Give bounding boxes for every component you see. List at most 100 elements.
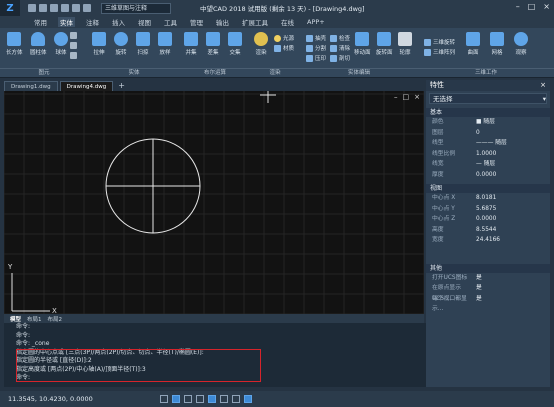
layout-tab-model[interactable]: 模型 [10,315,21,323]
loft-button[interactable]: 放样 [158,32,172,56]
new-icon[interactable] [28,4,36,12]
slice-tool[interactable]: 分割 [306,44,326,52]
intersect-button[interactable]: 交集 [228,32,242,56]
wedge-tool[interactable] [70,42,77,49]
osnap-toggle-icon[interactable] [208,395,216,403]
restore-viewport-icon[interactable]: □ [403,93,410,101]
sphere-button[interactable]: 球体 [54,32,68,56]
new-tab-button[interactable]: + [115,81,128,91]
selection-dropdown[interactable]: 无选择 ▾ [429,93,547,104]
property-key: 图层 [432,129,444,136]
ortho-toggle-icon[interactable] [184,395,192,403]
cylinder-button[interactable]: 圆柱体 [30,32,47,56]
property-row[interactable]: 每个视口都显示... 是 [426,294,550,313]
property-row[interactable]: 高度 8.5544 [426,225,550,236]
property-row[interactable]: 宽度 24.4166 [426,235,550,246]
outline-button[interactable]: 轮廓 [398,32,412,56]
section-view[interactable]: 视图 [426,184,550,193]
grid-toggle-icon[interactable] [172,395,180,403]
property-row[interactable]: 图层 0 [426,128,550,139]
close-viewport-icon[interactable]: × [414,93,420,101]
ribbon: 长方体 圆柱体 球体 拉伸 旋转 扫掠 放样 并集 差集 交集 渲染 光源 材质… [0,28,554,78]
check-tool[interactable]: 检查 [330,34,350,42]
ribbon-tab[interactable]: 插入 [110,17,127,27]
layout-tab-layout2[interactable]: 布局2 [48,315,63,323]
property-row[interactable]: 厚度 0.0000 [426,170,550,181]
3d-rotate-tool[interactable]: 三维旋转 [424,38,455,46]
property-row[interactable]: 线型比例 1.0000 [426,149,550,160]
ucs-y-label: Y [7,263,13,271]
redo-icon[interactable] [83,4,91,12]
model-toggle-icon[interactable] [244,395,252,403]
extrude-button[interactable]: 拉伸 [92,32,106,56]
property-row[interactable]: 中心点 Z 0.0000 [426,214,550,225]
ribbon-tab[interactable]: APP+ [305,18,327,26]
ribbon-tab[interactable]: 实体 [58,17,75,27]
minimize-viewport-icon[interactable]: – [394,93,398,101]
ribbon-tab[interactable]: 常用 [32,17,49,27]
shell-tool[interactable]: 抽壳 [306,34,326,42]
property-row[interactable]: 线宽 — 随层 [426,159,550,170]
rotate-face-button[interactable]: 旋转面 [376,32,393,56]
ribbon-tab[interactable]: 扩展工具 [240,17,270,27]
outline-icon [398,32,412,46]
3d-array-tool[interactable]: 三维阵列 [424,48,455,56]
print-icon[interactable] [61,4,69,12]
ribbon-tab[interactable]: 管理 [188,17,205,27]
minimize-icon[interactable]: – [516,2,520,11]
group-label-render: 渲染 [250,68,300,78]
property-row[interactable]: 颜色 ■ 随层 [426,117,550,128]
cone-tool[interactable] [70,32,77,39]
undo-icon[interactable] [72,4,80,12]
property-row[interactable]: 打开UCS图标 是 [426,273,550,284]
lineweight-toggle-icon[interactable] [232,395,240,403]
mesh-button[interactable]: 网格 [490,32,504,56]
property-key: 颜色 [432,119,444,125]
workspace-select[interactable]: 三维草图与注释 [101,2,171,14]
orbit-icon [514,32,528,46]
close-icon[interactable]: × [543,2,550,11]
property-row[interactable]: 中心点 X 8.0181 [426,193,550,204]
sweep-button[interactable]: 扫掠 [136,32,150,56]
clean-tool[interactable]: 清除 [330,44,350,52]
render-button[interactable]: 渲染 [254,32,268,56]
panel-close-icon[interactable]: × [540,80,546,91]
box-button[interactable]: 长方体 [6,32,23,56]
save-icon[interactable] [50,4,58,12]
snap-toggle-icon[interactable] [160,395,168,403]
subtract-button[interactable]: 差集 [206,32,220,56]
group-label-solid: 实体 [88,68,180,78]
ribbon-tab[interactable]: 视图 [136,17,153,27]
otrack-toggle-icon[interactable] [220,395,228,403]
union-button[interactable]: 并集 [184,32,198,56]
material-tool[interactable]: 材质 [274,44,294,52]
doc-tab-drawing4[interactable]: Drawing4.dwg [59,81,114,91]
app-logo-icon[interactable]: Z [0,0,20,16]
ribbon-tab[interactable]: 输出 [214,17,231,27]
revolve-button[interactable]: 旋转 [114,32,128,56]
ribbon-tab[interactable]: 工具 [162,17,179,27]
open-icon[interactable] [39,4,47,12]
light-tool[interactable]: 光源 [274,34,294,42]
property-row[interactable]: 线型 ——— 随层 [426,138,550,149]
drawing-canvas[interactable]: YX – □ × [4,91,424,314]
polar-toggle-icon[interactable] [196,395,204,403]
doc-tab-drawing1[interactable]: Drawing1.dwg [4,81,58,91]
layout-tab-layout1[interactable]: 布局1 [27,315,42,323]
property-row[interactable]: 在原点显示 UCS... 是 [426,283,550,302]
ribbon-tab[interactable]: 注释 [84,17,101,27]
torus-tool[interactable] [70,52,77,59]
ribbon-tab[interactable]: 在线 [279,17,296,27]
orbit-button[interactable]: 观察 [514,32,528,56]
quick-access-toolbar [28,4,91,12]
imprint-tool[interactable]: 压印 [306,54,326,62]
move-face-button[interactable]: 移动面 [354,32,371,56]
property-row[interactable]: 中心点 Y 5.6875 [426,204,550,215]
coordinates-readout: 11.3545, 10.4230, 0.0000 [8,395,93,403]
maximize-icon[interactable]: □ [528,2,536,11]
section-tool[interactable]: 剖切 [330,54,350,62]
subtract-icon [206,32,220,46]
section-other[interactable]: 其他 [426,263,550,273]
surface-button[interactable]: 曲面 [466,32,480,56]
section-basic[interactable]: 基本 [426,108,550,117]
